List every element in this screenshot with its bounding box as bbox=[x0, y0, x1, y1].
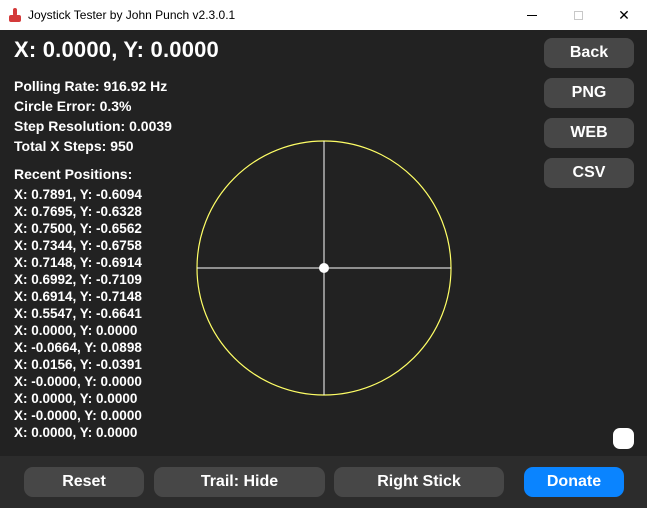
polling-rate: Polling Rate: 916.92 Hz bbox=[14, 78, 168, 94]
list-item: X: 0.7148, Y: -0.6914 bbox=[14, 255, 142, 270]
minimize-icon bbox=[527, 14, 537, 16]
trail-toggle-button[interactable]: Trail: Hide bbox=[154, 467, 325, 497]
step-resolution: Step Resolution: 0.0039 bbox=[14, 118, 172, 134]
donate-button[interactable]: Donate bbox=[524, 467, 624, 497]
coordinate-readout: X: 0.0000, Y: 0.0000 bbox=[14, 37, 219, 62]
joystick-plot bbox=[196, 140, 452, 396]
list-item: X: 0.7500, Y: -0.6562 bbox=[14, 221, 142, 236]
png-button[interactable]: PNG bbox=[544, 78, 634, 108]
stats-panel: Polling Rate: 916.92 Hz Circle Error: 0.… bbox=[14, 76, 172, 156]
reset-button[interactable]: Reset bbox=[24, 467, 144, 497]
list-item: X: 0.0156, Y: -0.0391 bbox=[14, 357, 142, 372]
list-item: X: 0.0000, Y: 0.0000 bbox=[14, 425, 138, 440]
list-item: X: 0.0000, Y: 0.0000 bbox=[14, 323, 138, 338]
stick-select-button[interactable]: Right Stick bbox=[334, 467, 504, 497]
list-item: X: -0.0000, Y: 0.0000 bbox=[14, 408, 142, 423]
list-item: X: -0.0000, Y: 0.0000 bbox=[14, 374, 142, 389]
list-item: X: 0.6992, Y: -0.7109 bbox=[14, 272, 142, 287]
csv-button[interactable]: CSV bbox=[544, 158, 634, 188]
total-x-steps: Total X Steps: 950 bbox=[14, 138, 134, 154]
recent-positions-list: X: 0.7891, Y: -0.6094 X: 0.7695, Y: -0.6… bbox=[14, 186, 142, 441]
close-button[interactable]: ✕ bbox=[601, 0, 647, 30]
maximize-button[interactable] bbox=[555, 0, 601, 30]
bottom-toolbar: Reset Trail: Hide Right Stick Donate bbox=[0, 456, 647, 508]
web-button[interactable]: WEB bbox=[544, 118, 634, 148]
window-title: Joystick Tester by John Punch v2.3.0.1 bbox=[28, 8, 236, 22]
list-item: X: 0.0000, Y: 0.0000 bbox=[14, 391, 138, 406]
list-item: X: 0.7891, Y: -0.6094 bbox=[14, 187, 142, 202]
list-item: X: 0.6914, Y: -0.7148 bbox=[14, 289, 142, 304]
recent-positions-title: Recent Positions: bbox=[14, 166, 133, 182]
list-item: X: 0.7695, Y: -0.6328 bbox=[14, 204, 142, 219]
list-item: X: -0.0664, Y: 0.0898 bbox=[14, 340, 142, 355]
title-bar: Joystick Tester by John Punch v2.3.0.1 ✕ bbox=[0, 0, 647, 30]
circle-error: Circle Error: 0.3% bbox=[14, 98, 132, 114]
back-button[interactable]: Back bbox=[544, 38, 634, 68]
maximize-icon bbox=[573, 10, 583, 20]
list-item: X: 0.7344, Y: -0.6758 bbox=[14, 238, 142, 253]
close-icon: ✕ bbox=[618, 6, 630, 23]
export-buttons: Back PNG WEB CSV bbox=[544, 38, 634, 198]
current-position-dot bbox=[319, 263, 329, 273]
joystick-icon bbox=[8, 7, 22, 23]
window-controls: ✕ bbox=[509, 0, 647, 30]
list-item: X: 0.5547, Y: -0.6641 bbox=[14, 306, 142, 321]
minimize-button[interactable] bbox=[509, 0, 555, 30]
app-window: Joystick Tester by John Punch v2.3.0.1 ✕… bbox=[0, 0, 647, 508]
toggle-button[interactable] bbox=[613, 428, 634, 449]
